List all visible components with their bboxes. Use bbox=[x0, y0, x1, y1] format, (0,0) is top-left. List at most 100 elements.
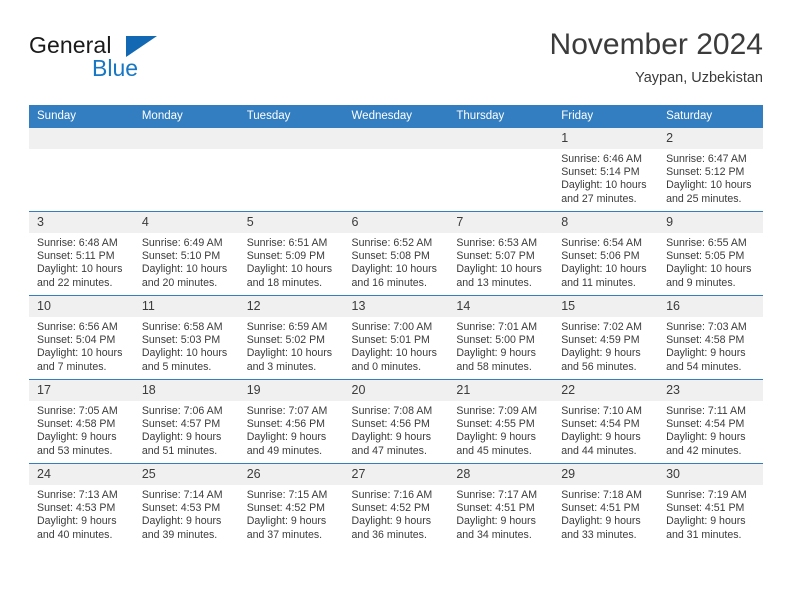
calendar-day-cell[interactable]: 3 Sunrise: 6:48 AM Sunset: 5:11 PM Daylight… bbox=[29, 211, 134, 296]
calendar-day-cell[interactable]: 2 Sunrise: 6:47 AM Sunset: 5:12 PM Daylight… bbox=[658, 128, 763, 212]
calendar-day-cell[interactable]: 15 Sunrise: 7:02 AM Sunset: 4:59 PM Dayligh… bbox=[553, 295, 659, 380]
page-header: General Blue November 2024 Yaypan, Uzbek… bbox=[29, 28, 763, 100]
calendar-day-cell[interactable]: 12 Sunrise: 6:59 AM Sunset: 5:02 PM Dayligh… bbox=[238, 295, 344, 380]
day-details: Sunrise: 7:09 AM Sunset: 4:55 PM Daylight:… bbox=[448, 401, 553, 458]
sunrise-text: Sunrise: 7:03 AM bbox=[666, 321, 747, 333]
daylight-text: Daylight: 10 hours and 3 minutes. bbox=[246, 347, 333, 373]
day-details: Sunrise: 7:14 AM Sunset: 4:53 PM Daylight:… bbox=[134, 485, 239, 542]
day-details: Sunrise: 7:11 AM Sunset: 4:54 PM Daylight:… bbox=[658, 401, 763, 458]
calendar-day-cell[interactable]: 16 Sunrise: 7:03 AM Sunset: 4:58 PM Dayligh… bbox=[658, 295, 763, 380]
day-details: Sunrise: 6:52 AM Sunset: 5:08 PM Daylight:… bbox=[344, 233, 449, 290]
sunset-text: Sunset: 5:11 PM bbox=[37, 250, 115, 263]
weekday-header-wednesday: Wednesday bbox=[343, 105, 449, 128]
calendar-day-cell[interactable]: 5 Sunrise: 6:51 AM Sunset: 5:09 PM Daylight… bbox=[238, 211, 344, 296]
calendar-day-cell[interactable]: 10 Sunrise: 6:56 AM Sunset: 5:04 PM Dayligh… bbox=[29, 295, 134, 380]
daylight-text: Daylight: 10 hours and 9 minutes. bbox=[666, 263, 752, 289]
sunrise-text: Sunrise: 7:18 AM bbox=[561, 489, 642, 501]
calendar-day-cell[interactable]: 7 Sunrise: 6:53 AM Sunset: 5:07 PM Daylight… bbox=[448, 211, 554, 296]
calendar-day-cell[interactable]: 24 Sunrise: 7:13 AM Sunset: 4:53 PM Dayligh… bbox=[29, 463, 134, 547]
daylight-text: Daylight: 9 hours and 34 minutes. bbox=[456, 515, 536, 541]
day-number: 12 bbox=[238, 296, 344, 317]
day-number bbox=[133, 128, 239, 149]
daylight-text: Daylight: 9 hours and 36 minutes. bbox=[351, 515, 432, 541]
sunrise-text: Sunrise: 6:47 AM bbox=[666, 153, 747, 165]
sunrise-text: Sunrise: 6:58 AM bbox=[141, 321, 223, 333]
sunset-text: Sunset: 5:10 PM bbox=[141, 250, 221, 263]
day-number: 6 bbox=[343, 212, 449, 233]
calendar-day-cell[interactable]: 30 Sunrise: 7:19 AM Sunset: 4:51 PM Dayligh… bbox=[658, 463, 763, 547]
day-details: Sunrise: 6:48 AM Sunset: 5:11 PM Daylight:… bbox=[29, 233, 134, 290]
day-number: 22 bbox=[553, 380, 659, 401]
calendar-day-cell[interactable]: 4 Sunrise: 6:49 AM Sunset: 5:10 PM Daylight… bbox=[133, 211, 239, 296]
day-details: Sunrise: 7:02 AM Sunset: 4:59 PM Daylight:… bbox=[553, 317, 658, 374]
calendar-day-cell[interactable]: 21 Sunrise: 7:09 AM Sunset: 4:55 PM Dayligh… bbox=[448, 379, 554, 464]
calendar-day-cell-empty bbox=[448, 128, 554, 212]
day-details: Sunrise: 6:53 AM Sunset: 5:07 PM Daylight:… bbox=[448, 233, 553, 290]
daylight-text: Daylight: 9 hours and 33 minutes. bbox=[561, 515, 641, 541]
general-blue-logo[interactable]: General Blue bbox=[29, 32, 229, 90]
day-number: 5 bbox=[238, 212, 344, 233]
sunset-text: Sunset: 5:12 PM bbox=[666, 166, 745, 179]
calendar-day-cell[interactable]: 1 Sunrise: 6:46 AM Sunset: 5:14 PM Daylight… bbox=[553, 128, 659, 212]
day-number: 19 bbox=[238, 380, 344, 401]
sunrise-text: Sunrise: 7:08 AM bbox=[351, 405, 433, 417]
day-number: 27 bbox=[343, 464, 449, 485]
day-number: 29 bbox=[553, 464, 659, 485]
calendar-day-cell[interactable]: 29 Sunrise: 7:18 AM Sunset: 4:51 PM Dayligh… bbox=[553, 463, 659, 547]
calendar-day-cell[interactable]: 17 Sunrise: 7:05 AM Sunset: 4:58 PM Dayligh… bbox=[29, 379, 134, 464]
sunset-text: Sunset: 5:09 PM bbox=[246, 250, 326, 263]
daylight-text: Daylight: 10 hours and 27 minutes. bbox=[561, 179, 647, 205]
daylight-text: Daylight: 9 hours and 47 minutes. bbox=[351, 431, 432, 457]
calendar-day-cell[interactable]: 28 Sunrise: 7:17 AM Sunset: 4:51 PM Dayligh… bbox=[448, 463, 554, 547]
sunset-text: Sunset: 4:53 PM bbox=[37, 502, 116, 515]
daylight-text: Daylight: 9 hours and 42 minutes. bbox=[666, 431, 746, 457]
calendar-week-row: 3 Sunrise: 6:48 AM Sunset: 5:11 PM Daylight… bbox=[29, 211, 763, 296]
calendar-day-cell[interactable]: 19 Sunrise: 7:07 AM Sunset: 4:56 PM Dayligh… bbox=[238, 379, 344, 464]
calendar-day-cell[interactable]: 6 Sunrise: 6:52 AM Sunset: 5:08 PM Daylight… bbox=[343, 211, 449, 296]
day-details: Sunrise: 6:55 AM Sunset: 5:05 PM Daylight:… bbox=[658, 233, 763, 290]
day-number: 25 bbox=[133, 464, 239, 485]
day-details: Sunrise: 7:00 AM Sunset: 5:01 PM Daylight:… bbox=[344, 317, 449, 374]
calendar-day-cell[interactable]: 18 Sunrise: 7:06 AM Sunset: 4:57 PM Dayligh… bbox=[133, 379, 239, 464]
day-number: 1 bbox=[553, 128, 659, 149]
day-number: 8 bbox=[553, 212, 659, 233]
sunset-text: Sunset: 5:08 PM bbox=[351, 250, 430, 263]
calendar-day-cell[interactable]: 26 Sunrise: 7:15 AM Sunset: 4:52 PM Dayligh… bbox=[238, 463, 344, 547]
calendar-week-row: 1 Sunrise: 6:46 AM Sunset: 5:14 PM Daylight… bbox=[29, 128, 763, 212]
month-calendar-table: Sunday Monday Tuesday Wednesday Thursday… bbox=[29, 105, 763, 547]
day-details: Sunrise: 7:05 AM Sunset: 4:58 PM Daylight:… bbox=[29, 401, 134, 458]
day-number bbox=[238, 128, 344, 149]
sunset-text: Sunset: 5:06 PM bbox=[561, 250, 640, 263]
calendar-day-cell[interactable]: 20 Sunrise: 7:08 AM Sunset: 4:56 PM Dayligh… bbox=[343, 379, 449, 464]
calendar-day-cell-empty bbox=[133, 128, 239, 212]
sunrise-text: Sunrise: 6:55 AM bbox=[666, 237, 747, 249]
calendar-week-row: 17 Sunrise: 7:05 AM Sunset: 4:58 PM Dayligh… bbox=[29, 379, 763, 464]
day-number bbox=[29, 128, 134, 149]
calendar-day-cell[interactable]: 9 Sunrise: 6:55 AM Sunset: 5:05 PM Daylight… bbox=[658, 211, 763, 296]
day-number: 13 bbox=[343, 296, 449, 317]
calendar-day-cell[interactable]: 25 Sunrise: 7:14 AM Sunset: 4:53 PM Dayligh… bbox=[133, 463, 239, 547]
day-number: 7 bbox=[448, 212, 554, 233]
daylight-text: Daylight: 10 hours and 22 minutes. bbox=[37, 263, 123, 289]
calendar-day-cell[interactable]: 23 Sunrise: 7:11 AM Sunset: 4:54 PM Dayligh… bbox=[658, 379, 763, 464]
calendar-day-cell[interactable]: 27 Sunrise: 7:16 AM Sunset: 4:52 PM Dayligh… bbox=[343, 463, 449, 547]
sunset-text: Sunset: 4:56 PM bbox=[351, 418, 430, 431]
sunrise-text: Sunrise: 7:10 AM bbox=[561, 405, 642, 417]
day-number: 26 bbox=[238, 464, 344, 485]
calendar-day-cell[interactable]: 14 Sunrise: 7:01 AM Sunset: 5:00 PM Dayligh… bbox=[448, 295, 554, 380]
day-number: 17 bbox=[29, 380, 134, 401]
calendar-day-cell[interactable]: 8 Sunrise: 6:54 AM Sunset: 5:06 PM Daylight… bbox=[553, 211, 659, 296]
daylight-text: Daylight: 9 hours and 44 minutes. bbox=[561, 431, 641, 457]
day-number: 15 bbox=[553, 296, 659, 317]
sunrise-text: Sunrise: 6:53 AM bbox=[456, 237, 538, 249]
calendar-day-cell[interactable]: 11 Sunrise: 6:58 AM Sunset: 5:03 PM Dayligh… bbox=[133, 295, 239, 380]
day-number: 11 bbox=[133, 296, 239, 317]
day-number: 18 bbox=[133, 380, 239, 401]
daylight-text: Daylight: 9 hours and 39 minutes. bbox=[141, 515, 222, 541]
day-details: Sunrise: 7:08 AM Sunset: 4:56 PM Daylight:… bbox=[344, 401, 449, 458]
day-number: 10 bbox=[29, 296, 134, 317]
daylight-text: Daylight: 10 hours and 16 minutes. bbox=[351, 263, 437, 289]
calendar-day-cell[interactable]: 22 Sunrise: 7:10 AM Sunset: 4:54 PM Dayligh… bbox=[553, 379, 659, 464]
calendar-day-cell[interactable]: 13 Sunrise: 7:00 AM Sunset: 5:01 PM Dayligh… bbox=[343, 295, 449, 380]
calendar-day-cell-empty bbox=[238, 128, 344, 212]
